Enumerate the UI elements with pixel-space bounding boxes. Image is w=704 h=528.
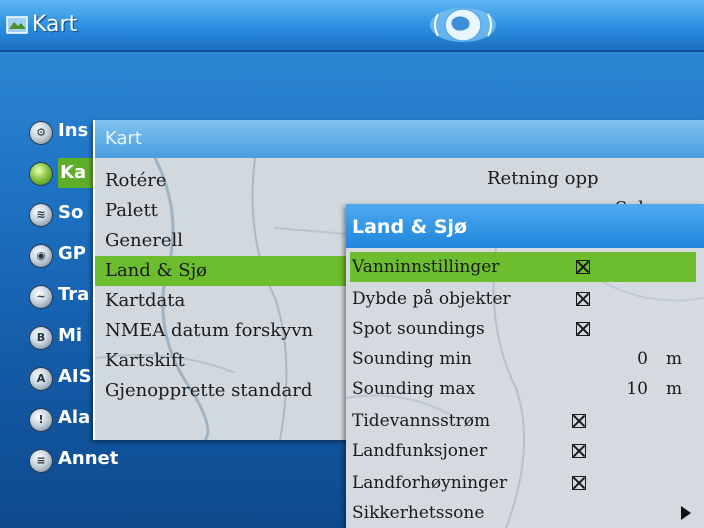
ls-row-label: Vanninnstillinger bbox=[352, 257, 500, 277]
kart-item-label: Kartdata bbox=[105, 290, 186, 311]
ls-row-label: Spot soundings bbox=[352, 319, 485, 339]
ls-row-tidevannsstrom[interactable]: Tidevannsstrøm bbox=[346, 406, 704, 436]
menu-item-label: Tra bbox=[58, 284, 90, 305]
page-title: Kart bbox=[32, 12, 78, 37]
checkbox[interactable] bbox=[576, 292, 590, 306]
kart-item-kartskift[interactable]: Kartskift bbox=[95, 346, 355, 376]
menu-item-label: GP bbox=[58, 243, 86, 264]
misc-icon: ≡ bbox=[30, 450, 52, 472]
sounding-min-value: 0 bbox=[637, 349, 648, 369]
checkbox[interactable] bbox=[576, 322, 590, 336]
globe-icon bbox=[430, 8, 496, 42]
kart-item-generell[interactable]: Generell bbox=[95, 226, 355, 256]
menu-item-label: Ala bbox=[58, 407, 91, 428]
device-screen: Kart ⚙ Ins Ka ≋ So ◉ GP ~ Tra B Mi A AIS… bbox=[0, 0, 704, 528]
checkbox[interactable] bbox=[572, 476, 586, 490]
ls-row-dybde-pa-objekter[interactable]: Dybde på objekter bbox=[346, 284, 704, 314]
menu-item-label: Ins bbox=[58, 120, 89, 141]
ais-icon: A bbox=[30, 368, 52, 390]
land-sjo-panel: Land & Sjø Vanninnstillinger Dybde på ob… bbox=[346, 204, 704, 528]
ls-row-landfunksjoner[interactable]: Landfunksjoner bbox=[346, 436, 704, 466]
ls-row-label: Dybde på objekter bbox=[352, 289, 511, 309]
sounding-max-value: 10 bbox=[626, 379, 648, 399]
menu-item-label: Annet bbox=[58, 448, 119, 469]
kart-item-kartdata[interactable]: Kartdata bbox=[95, 286, 355, 316]
map-icon bbox=[30, 163, 52, 185]
ls-row-landforhoyninger[interactable]: Landforhøyninger bbox=[346, 468, 704, 498]
kart-panel-header: Kart bbox=[95, 120, 704, 158]
kart-item-rotere[interactable]: Rotére bbox=[95, 166, 355, 196]
ls-row-label: Tidevannsstrøm bbox=[352, 411, 491, 431]
ls-row-sounding-max[interactable]: Sounding max 10 m bbox=[346, 374, 704, 404]
track-icon: ~ bbox=[30, 286, 52, 308]
ls-row-vanninnstillinger[interactable]: Vanninnstillinger bbox=[350, 252, 696, 282]
sounding-max-unit: m bbox=[666, 379, 683, 399]
ls-row-label: Sounding min bbox=[352, 349, 472, 369]
gps-icon: ◉ bbox=[30, 245, 52, 267]
map-icon bbox=[6, 16, 28, 34]
title-bar: Kart bbox=[0, 0, 704, 52]
kart-item-label: Land & Sjø bbox=[105, 260, 208, 281]
kart-item-land-sjo[interactable]: Land & Sjø bbox=[95, 256, 350, 286]
checkbox[interactable] bbox=[576, 260, 590, 274]
sounding-min-unit: m bbox=[666, 349, 683, 369]
kart-item-gjenopprette[interactable]: Gjenopprette standard bbox=[95, 376, 355, 406]
kart-item-nmea-datum[interactable]: NMEA datum forskyvn bbox=[95, 316, 355, 346]
menu-item-label: So bbox=[58, 202, 84, 223]
ls-row-sikkerhetssone[interactable]: Sikkerhetssone bbox=[346, 498, 704, 528]
ls-row-sounding-min[interactable]: Sounding min 0 m bbox=[346, 344, 704, 374]
mob-icon: B bbox=[30, 327, 52, 349]
checkbox[interactable] bbox=[572, 414, 586, 428]
ls-row-label: Landforhøyninger bbox=[352, 473, 508, 493]
kart-item-palett[interactable]: Palett bbox=[95, 196, 355, 226]
kart-item-label: Gjenopprette standard bbox=[105, 380, 313, 401]
sonar-icon: ≋ bbox=[30, 204, 52, 226]
ls-row-label: Landfunksjoner bbox=[352, 441, 488, 461]
kart-item-label: Palett bbox=[105, 200, 158, 221]
gear-icon: ⚙ bbox=[30, 122, 52, 144]
land-sjo-panel-header: Land & Sjø bbox=[346, 204, 704, 248]
menu-item-label: AIS bbox=[58, 366, 92, 387]
submenu-arrow-icon bbox=[681, 506, 691, 520]
ls-row-label: Sikkerhetssone bbox=[352, 503, 485, 523]
menu-item-label: Ka bbox=[58, 158, 95, 188]
ls-row-label: Sounding max bbox=[352, 379, 476, 399]
rotere-value: Retning opp bbox=[487, 168, 599, 189]
alarm-icon: ! bbox=[30, 409, 52, 431]
ls-row-spot-soundings[interactable]: Spot soundings bbox=[346, 314, 704, 344]
kart-item-label: Generell bbox=[105, 230, 184, 251]
kart-item-label: Kartskift bbox=[105, 350, 185, 371]
menu-item-label: Mi bbox=[58, 325, 83, 346]
kart-item-label: NMEA datum forskyvn bbox=[105, 320, 314, 341]
checkbox[interactable] bbox=[572, 444, 586, 458]
kart-item-label: Rotére bbox=[105, 170, 167, 191]
